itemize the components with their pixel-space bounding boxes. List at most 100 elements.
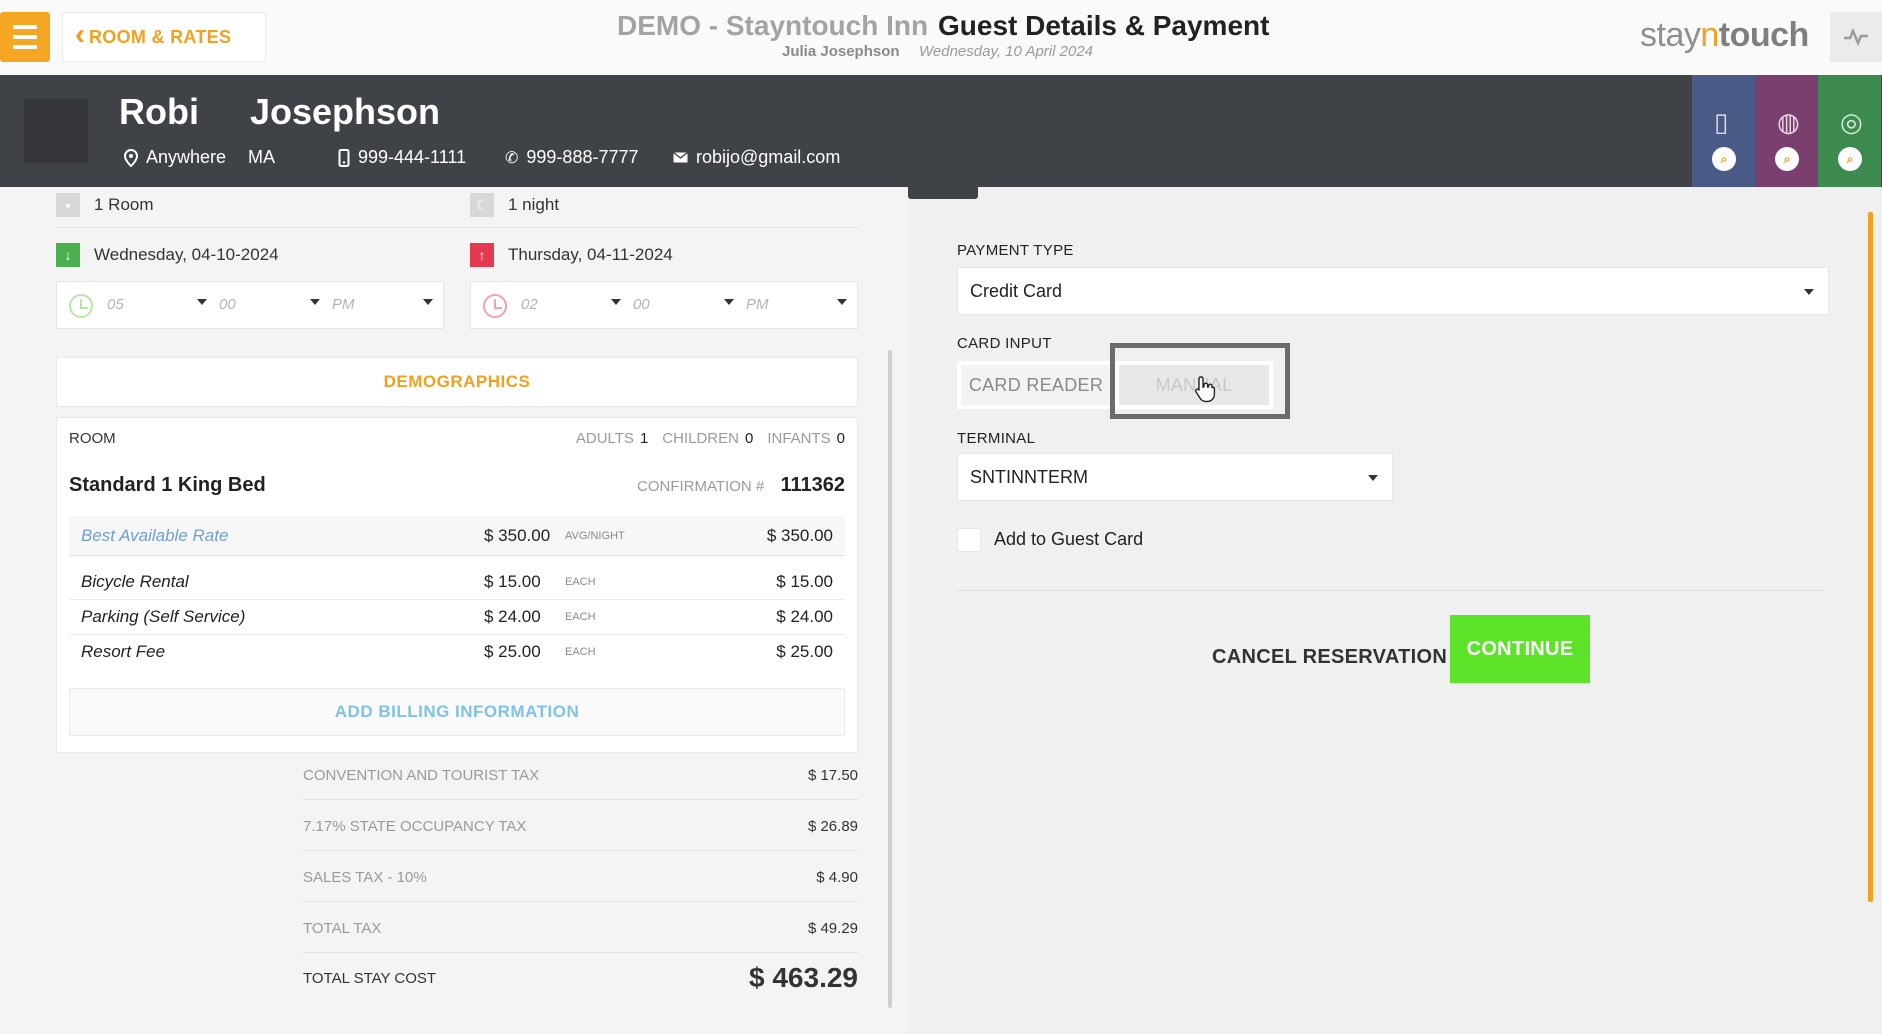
right-scrollbar[interactable] <box>1868 212 1873 902</box>
magnifier-icon: ⌕ <box>1838 147 1862 171</box>
children-count: 0 <box>744 430 754 447</box>
room-section-label: ROOM <box>69 430 116 447</box>
departure-minute-select[interactable]: 00 <box>633 296 650 313</box>
arrival-date: ↓ Wednesday, 04-10-2024 <box>56 243 279 267</box>
nights-count: ☾ 1 night <box>470 193 559 217</box>
top-bar: ‹‹ ROOM & RATES DEMO - Stayntouch Inn Gu… <box>0 0 1882 75</box>
confirmation-label: CONFIRMATION # <box>637 478 765 495</box>
back-to-room-rates-button[interactable]: ‹‹ ROOM & RATES <box>62 12 266 62</box>
terminal-label: TERMINAL <box>957 430 1036 447</box>
page-title: Guest Details & Payment <box>938 10 1270 41</box>
arrival-hour-select[interactable]: 05 <box>107 296 124 313</box>
add-to-guest-card-label: Add to Guest Card <box>994 529 1144 549</box>
guest-first-name: Robi <box>119 91 199 132</box>
guest-avatar <box>24 99 88 163</box>
menu-icon <box>13 25 37 29</box>
activity-log-button[interactable] <box>1830 12 1882 62</box>
back-button-label: ROOM & RATES <box>89 26 232 47</box>
room-icon: ▪ <box>56 193 80 217</box>
demographics-button[interactable]: DEMOGRAPHICS <box>56 357 858 407</box>
tab-room-search[interactable]: ▯ ⌕ <box>1692 75 1755 187</box>
rate-name-link[interactable]: Best Available Rate <box>81 526 228 546</box>
caret-down-icon <box>197 299 207 305</box>
hand-cursor-icon <box>1194 376 1216 403</box>
mobile-phone-icon <box>338 148 350 167</box>
occupancy: ADULTS 1 CHILDREN 0 INFANTS 0 <box>575 430 845 447</box>
hamburger-menu-button[interactable] <box>0 12 50 62</box>
departure-time-picker: 02 00 PM <box>470 281 858 329</box>
payment-type-label: PAYMENT TYPE <box>957 242 1074 259</box>
arrival-time-picker: 05 00 PM <box>56 281 444 329</box>
magnifier-icon: ⌕ <box>1712 147 1736 171</box>
business-date: Wednesday, 10 April 2024 <box>919 43 1094 60</box>
room-type: Standard 1 King Bed <box>69 474 266 496</box>
total-stay-cost-row: TOTAL STAY COST $ 463.29 <box>303 962 858 993</box>
circles-icon: ◎ <box>1840 107 1863 137</box>
caret-down-icon <box>1804 289 1814 295</box>
addon-row: Parking (Self Service) $ 24.00 EACH $ 24… <box>69 607 845 635</box>
add-to-guest-card-checkbox[interactable] <box>957 528 981 552</box>
user-name: Julia Josephson <box>782 43 900 60</box>
cancel-reservation-button[interactable]: CANCEL RESERVATION <box>1212 637 1447 677</box>
guest-mobile: 999-444-1111 <box>338 147 466 168</box>
clock-icon <box>69 294 93 318</box>
guest-location: Anywhere MA <box>124 147 275 168</box>
left-scrollbar[interactable] <box>888 350 892 1008</box>
caret-down-icon <box>837 299 847 305</box>
guest-phone: ✆ 999-888-7777 <box>505 147 639 167</box>
guest-side-tabs: ▯ ⌕ ◍ ⌕ ◎ ⌕ <box>1692 75 1881 187</box>
arrival-minute-select[interactable]: 00 <box>219 296 236 313</box>
tab-web-search[interactable]: ◍ ⌕ <box>1755 75 1818 187</box>
globe-icon: ◍ <box>1777 107 1800 137</box>
pulse-icon <box>1844 28 1868 46</box>
clock-icon <box>483 294 507 318</box>
rate-row: Best Available Rate $ 350.00 AVG/NIGHT $… <box>69 516 845 556</box>
infants-count: 0 <box>836 430 845 447</box>
hotel-name: DEMO - Stayntouch Inn <box>617 10 929 41</box>
caret-down-icon <box>423 299 433 305</box>
phone-icon: ✆ <box>505 149 519 167</box>
adults-count: 1 <box>639 430 649 447</box>
confirmation-number: 111362 <box>780 474 845 496</box>
caret-down-icon <box>724 299 734 305</box>
arrival-ampm-select[interactable]: PM <box>332 296 355 313</box>
departure-date: ↑ Thursday, 04-11-2024 <box>470 243 673 267</box>
guest-last-name: Josephson <box>250 91 441 132</box>
total-stay-cost: $ 463.29 <box>749 962 858 993</box>
stayntouch-logo: stayntouch <box>1640 16 1809 54</box>
tax-row: 7.17% STATE OCCUPANCY TAX $ 26.89 <box>303 818 858 835</box>
room-card: ROOM ADULTS 1 CHILDREN 0 INFANTS 0 Standard… <box>56 417 858 753</box>
tax-row: SALES TAX - 10% $ 4.90 <box>303 869 858 886</box>
tax-row: CONVENTION AND TOURIST TAX $ 17.50 <box>303 767 858 784</box>
rooms-count: ▪ 1 Room <box>56 193 154 217</box>
location-pin-icon <box>124 148 138 167</box>
moon-icon: ☾ <box>470 193 494 217</box>
addon-row: Bicycle Rental $ 15.00 EACH $ 15.00 <box>69 572 845 600</box>
tab-group-search[interactable]: ◎ ⌕ <box>1818 75 1881 187</box>
card-input-label: CARD INPUT <box>957 335 1052 352</box>
payment-panel: PAYMENT TYPE Credit Card CARD INPUT CARD… <box>908 187 1882 1034</box>
card-reader-button[interactable]: CARD READER <box>957 361 1115 409</box>
panel-tab <box>908 187 978 199</box>
building-icon: ▯ <box>1714 107 1729 137</box>
caret-down-icon <box>611 299 621 305</box>
addon-row: Resort Fee $ 25.00 EACH $ 25.00 <box>81 642 833 661</box>
guest-header: Robi Josephson Anywhere MA 999-444-1111 … <box>0 75 1882 187</box>
magnifier-icon: ⌕ <box>1775 147 1799 171</box>
caret-down-icon <box>1368 475 1378 481</box>
departure-ampm-select[interactable]: PM <box>746 296 769 313</box>
arrow-up-icon: ↑ <box>470 243 494 267</box>
terminal-select[interactable]: SNTINNTERM <box>957 453 1393 501</box>
total-tax-row: TOTAL TAX $ 49.29 <box>303 920 858 937</box>
guest-email: robijo@gmail.com <box>673 147 840 168</box>
envelope-icon <box>673 152 688 163</box>
reservation-summary-panel: ▪ 1 Room ☾ 1 night ↓ Wednesday, 04-10-20… <box>0 187 908 1034</box>
caret-down-icon <box>310 299 320 305</box>
departure-hour-select[interactable]: 02 <box>521 296 538 313</box>
guest-city: Anywhere <box>146 147 227 167</box>
add-billing-information-button[interactable]: ADD BILLING INFORMATION <box>69 688 845 736</box>
continue-button[interactable]: CONTINUE <box>1450 615 1590 683</box>
payment-type-select[interactable]: Credit Card <box>957 267 1829 315</box>
arrow-down-icon: ↓ <box>56 243 80 267</box>
guest-state: MA <box>248 147 276 167</box>
